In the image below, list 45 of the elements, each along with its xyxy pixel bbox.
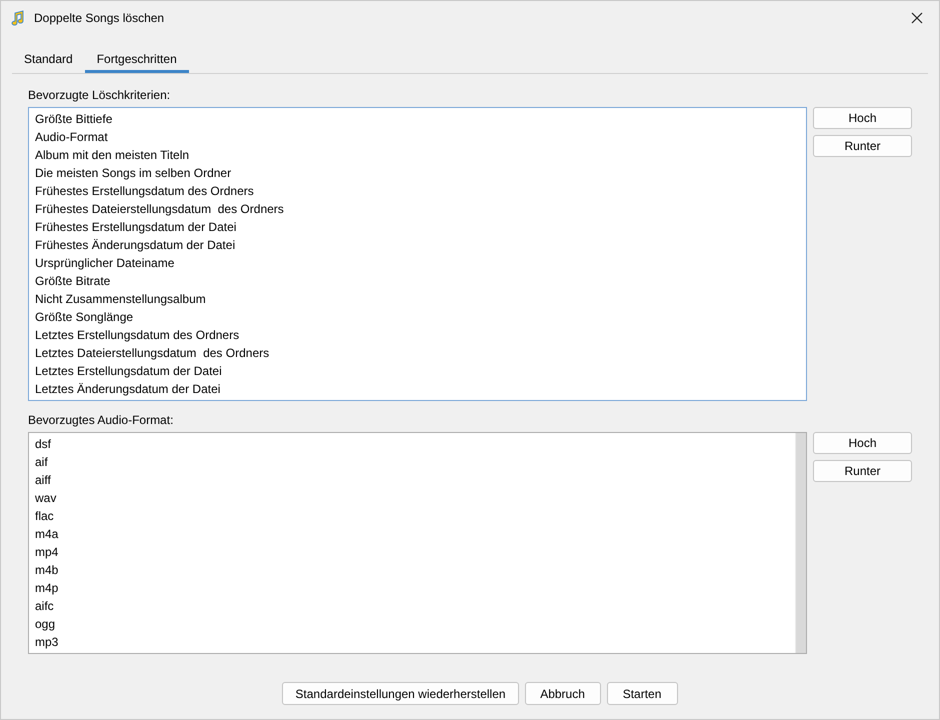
list-item[interactable]: flac — [35, 507, 795, 525]
move-button[interactable]: Hoch — [813, 432, 912, 454]
list-item[interactable]: Frühestes Erstellungsdatum der Datei — [35, 218, 806, 236]
list-item[interactable]: aiff — [35, 471, 795, 489]
list-item[interactable]: Letztes Änderungsdatum der Datei — [35, 380, 806, 398]
list-item[interactable]: Die meisten Songs im selben Ordner — [35, 164, 806, 182]
move-button[interactable]: Runter — [813, 460, 912, 482]
move-button[interactable]: Runter — [813, 135, 912, 157]
list-item[interactable]: Audio-Format — [35, 128, 806, 146]
list-item[interactable]: Frühestes Dateierstellungsdatum des Ordners — [35, 200, 806, 218]
list-item[interactable]: wav — [35, 489, 795, 507]
list-item[interactable]: m4a — [35, 525, 795, 543]
list-item[interactable]: aif — [35, 453, 795, 471]
list-item[interactable]: Frühestes Erstellungsdatum des Ordners — [35, 182, 806, 200]
dialog-button[interactable]: Abbruch — [524, 682, 601, 705]
section-label: Bevorzugtes Audio-Format: — [28, 413, 174, 427]
list-item[interactable]: Ursprünglicher Dateiname — [35, 254, 806, 272]
list-item[interactable]: aifc — [35, 597, 795, 615]
list-item[interactable]: ogg — [35, 615, 795, 633]
window-title: Doppelte Songs löschen — [34, 10, 164, 24]
list-item[interactable]: Letztes Erstellungsdatum des Ordners — [35, 326, 806, 344]
list-box[interactable] — [28, 107, 807, 401]
music-note-icon — [10, 10, 26, 26]
section-label: Bevorzugte Löschkriterien: — [28, 88, 172, 102]
list-item[interactable]: mp4 — [35, 543, 795, 561]
dialog-button[interactable]: Starten — [606, 682, 678, 705]
move-button[interactable]: Hoch — [813, 107, 912, 129]
list-item[interactable]: m4b — [35, 561, 795, 579]
scrollbar[interactable] — [795, 433, 806, 653]
list-item[interactable]: dsf — [35, 435, 795, 453]
tab[interactable]: Standard — [12, 47, 85, 73]
list-box[interactable]: dsf aif aiff wav flac m4a mp4 m4b m4p aifc ogg mp3 — [28, 432, 807, 654]
list-item[interactable]: Frühestes Änderungsdatum der Datei — [35, 236, 806, 254]
list-item[interactable]: Größte Bitrate — [35, 272, 806, 290]
list-item[interactable]: Album mit den meisten Titeln — [35, 146, 806, 164]
list-item[interactable]: m4p — [35, 579, 795, 597]
list-item[interactable]: Letztes Dateierstellungsdatum des Ordners — [35, 344, 806, 362]
tab[interactable]: Fortgeschritten — [84, 47, 189, 73]
dialog-button[interactable]: Standardeinstellungen wiederherstellen — [282, 682, 519, 705]
close-icon[interactable] — [911, 12, 923, 24]
list-item[interactable]: Größte Songlänge — [35, 308, 806, 326]
list-item[interactable]: mp3 — [35, 633, 795, 651]
list-item[interactable]: Größte Bittiefe — [35, 110, 806, 128]
list-item[interactable]: Letztes Erstellungsdatum der Datei — [35, 362, 806, 380]
list-item[interactable]: Nicht Zusammenstellungsalbum — [35, 290, 806, 308]
